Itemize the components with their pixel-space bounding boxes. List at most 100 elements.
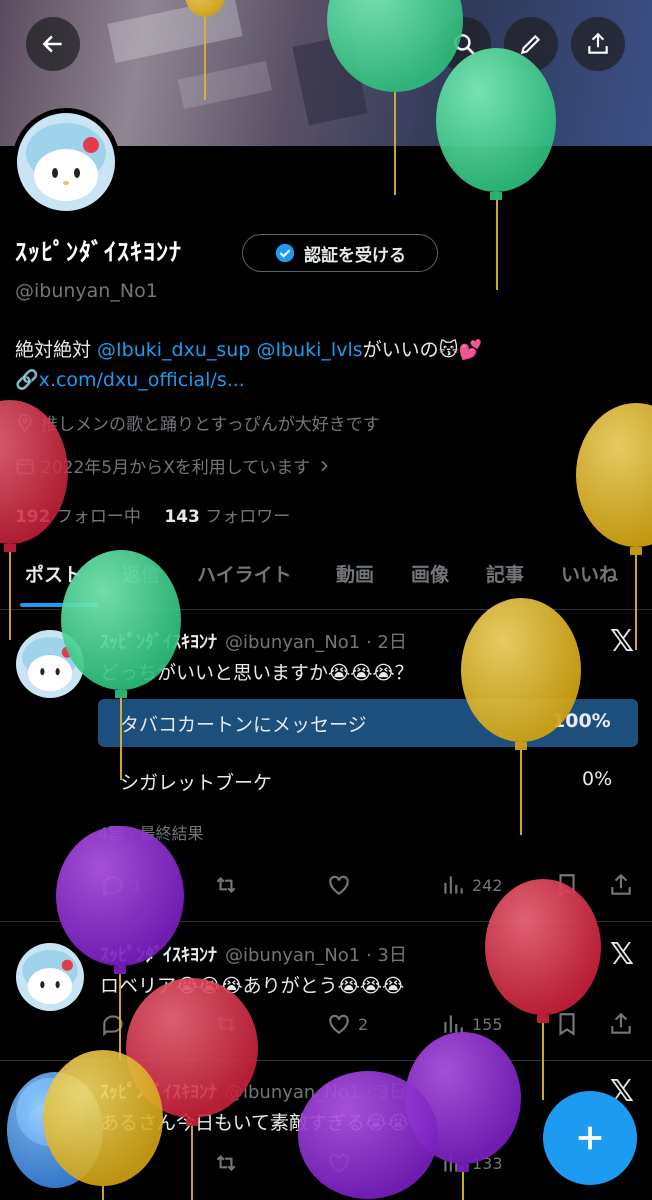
profile-location: 推しメンの歌と踊りとすっぴんが大好きです xyxy=(15,410,380,435)
tab-articles[interactable]: 記事 xyxy=(486,560,524,587)
post-actions: 1 242 xyxy=(100,872,640,902)
avatar xyxy=(17,113,115,211)
bio-mention-link[interactable]: @Ibuki_dxu_sup xyxy=(97,339,250,361)
repost-icon xyxy=(216,1154,236,1172)
bio-text-suffix: がいいの😽💕 xyxy=(362,339,483,361)
profile-handle: @ibunyan_No1 xyxy=(15,280,158,302)
bookmark-icon xyxy=(559,874,575,897)
post-author-name[interactable]: ｽｯﾋﾟﾝﾀﾞｲｽｷﾖﾝﾅ xyxy=(100,945,217,966)
share-icon xyxy=(611,873,631,895)
x-logo-icon: 𝕏 xyxy=(609,624,634,659)
views-count: 242 xyxy=(472,875,503,895)
like-button[interactable] xyxy=(326,872,352,898)
views-button[interactable]: 155 xyxy=(440,1011,503,1037)
bar-chart-icon xyxy=(444,1015,463,1033)
profile-avatar[interactable] xyxy=(12,108,120,216)
tab-likes[interactable]: いいね xyxy=(561,560,618,587)
bookmark-icon xyxy=(559,1013,575,1036)
repost-icon xyxy=(216,1015,236,1033)
post-actions: 2 155 xyxy=(100,1011,640,1041)
reply-icon xyxy=(103,876,123,898)
views-count: 133 xyxy=(472,1153,503,1173)
repost-icon xyxy=(216,876,236,894)
post-avatar[interactable] xyxy=(16,943,84,1011)
tab-videos[interactable]: 動画 xyxy=(336,560,374,587)
followers-label: フォロワー xyxy=(205,507,291,527)
post-text: あるさん今日もいて素敵すぎる😭😭😭 xyxy=(100,1112,432,1134)
heart-icon xyxy=(329,875,349,895)
link-emoji: 🔗 xyxy=(15,369,39,391)
profile-website-link[interactable]: x.com/dxu_official/s... xyxy=(39,369,245,391)
verified-badge-icon xyxy=(275,243,295,263)
followers-link[interactable]: 143 フォロワー xyxy=(164,507,290,527)
reply-icon xyxy=(103,1015,123,1037)
post-author-name[interactable]: ｽｯﾋﾟﾝﾀﾞｲｽｷﾖﾝﾅ xyxy=(100,632,217,653)
compose-post-button[interactable] xyxy=(543,1091,637,1185)
reply-button[interactable] xyxy=(100,1011,126,1037)
post-item[interactable]: ｽｯﾋﾟﾝﾀﾞｲｽｷﾖﾝﾅ @ibunyan_No1 · 3日 𝕏 ロベリア😭😭😭… xyxy=(0,923,652,1061)
search-button[interactable] xyxy=(437,17,491,71)
following-count: 192 xyxy=(15,507,51,527)
edit-button[interactable] xyxy=(504,17,558,71)
heart-icon xyxy=(329,1153,349,1173)
heart-icon xyxy=(329,1014,349,1034)
following-link[interactable]: 192 フォロー中 xyxy=(15,507,141,527)
post-meta: @ibunyan_No1 · 2日 xyxy=(225,632,407,653)
tab-replies[interactable]: 返信 xyxy=(122,560,160,587)
chevron-right-icon xyxy=(321,460,329,471)
post-text: ロベリア😭😭😭ありがとう😭😭😭 xyxy=(100,975,405,997)
like-button[interactable]: 2 xyxy=(326,1011,368,1037)
like-count: 2 xyxy=(358,1014,369,1034)
poll-summary: 4票 · 最終結果 xyxy=(98,824,204,843)
share-icon xyxy=(588,32,608,54)
active-tab-indicator xyxy=(20,603,98,607)
views-button[interactable]: 133 xyxy=(440,1150,503,1176)
joined-text: 2022年5月からXを利用しています xyxy=(41,458,311,478)
repost-button[interactable] xyxy=(213,1150,239,1176)
calendar-icon xyxy=(16,458,34,474)
tab-posts[interactable]: ポスト xyxy=(25,560,82,587)
repost-button[interactable] xyxy=(213,1011,239,1037)
tab-images[interactable]: 画像 xyxy=(411,560,449,587)
bio-text-prefix: 絶対絶対 xyxy=(15,339,98,361)
pencil-icon xyxy=(520,34,541,55)
post-text: どっちがいいと思いますか😭😭😭？ xyxy=(100,662,414,684)
back-button[interactable] xyxy=(26,17,80,71)
bar-chart-icon xyxy=(444,1154,463,1172)
bookmark-button[interactable] xyxy=(554,872,580,898)
tab-highlights[interactable]: ハイライト xyxy=(197,560,292,587)
views-button[interactable]: 242 xyxy=(440,872,503,898)
bar-chart-icon xyxy=(444,876,463,894)
bookmark-button[interactable] xyxy=(554,1011,580,1037)
share-post-button[interactable] xyxy=(608,1011,634,1037)
profile-tabs: ポスト 返信 ハイライト 動画 画像 記事 いいね xyxy=(0,550,652,610)
poll-option-label: タバコカートンにメッセージ xyxy=(120,714,367,736)
location-pin-icon xyxy=(18,413,32,432)
verify-label: 認証を受ける xyxy=(304,245,406,266)
reply-button[interactable]: 1 xyxy=(100,872,142,898)
reply-count: 1 xyxy=(132,875,143,895)
get-verified-button[interactable]: 認証を受ける xyxy=(242,234,438,272)
search-icon xyxy=(454,34,475,55)
display-name: ｽｯﾋﾟﾝﾀﾞｲｽｷﾖﾝﾅ xyxy=(15,238,182,266)
share-button[interactable] xyxy=(571,17,625,71)
arrow-left-icon xyxy=(42,35,62,53)
x-logo-icon: 𝕏 xyxy=(609,937,634,972)
like-button[interactable] xyxy=(326,1150,352,1176)
poll-option-percent: 0% xyxy=(582,768,613,790)
profile-bio: 絶対絶対 @Ibuki_dxu_sup @Ibuki_lvlsがいいの😽💕 🔗x… xyxy=(15,335,645,395)
share-post-button[interactable] xyxy=(608,872,634,898)
bio-mention-link[interactable]: @Ibuki_lvls xyxy=(256,339,362,361)
post-author-name[interactable]: ｽｯﾋﾟﾝﾀﾞｲｽｷﾖﾝﾅ xyxy=(100,1082,217,1103)
profile-joined-date[interactable]: 2022年5月からXを利用しています xyxy=(15,453,332,478)
post-meta: @ibunyan_No1 · 3日 xyxy=(225,1082,407,1103)
follow-stats: 192 フォロー中 143 フォロワー xyxy=(15,502,290,527)
post-avatar[interactable] xyxy=(16,630,84,698)
followers-count: 143 xyxy=(164,507,200,527)
poll-option-label: シガレットブーケ xyxy=(120,772,273,794)
poll-option-percent: 100% xyxy=(552,710,611,732)
views-count: 155 xyxy=(472,1014,503,1034)
post-avatar[interactable] xyxy=(16,1078,84,1146)
repost-button[interactable] xyxy=(213,872,239,898)
post-meta: @ibunyan_No1 · 3日 xyxy=(225,945,407,966)
